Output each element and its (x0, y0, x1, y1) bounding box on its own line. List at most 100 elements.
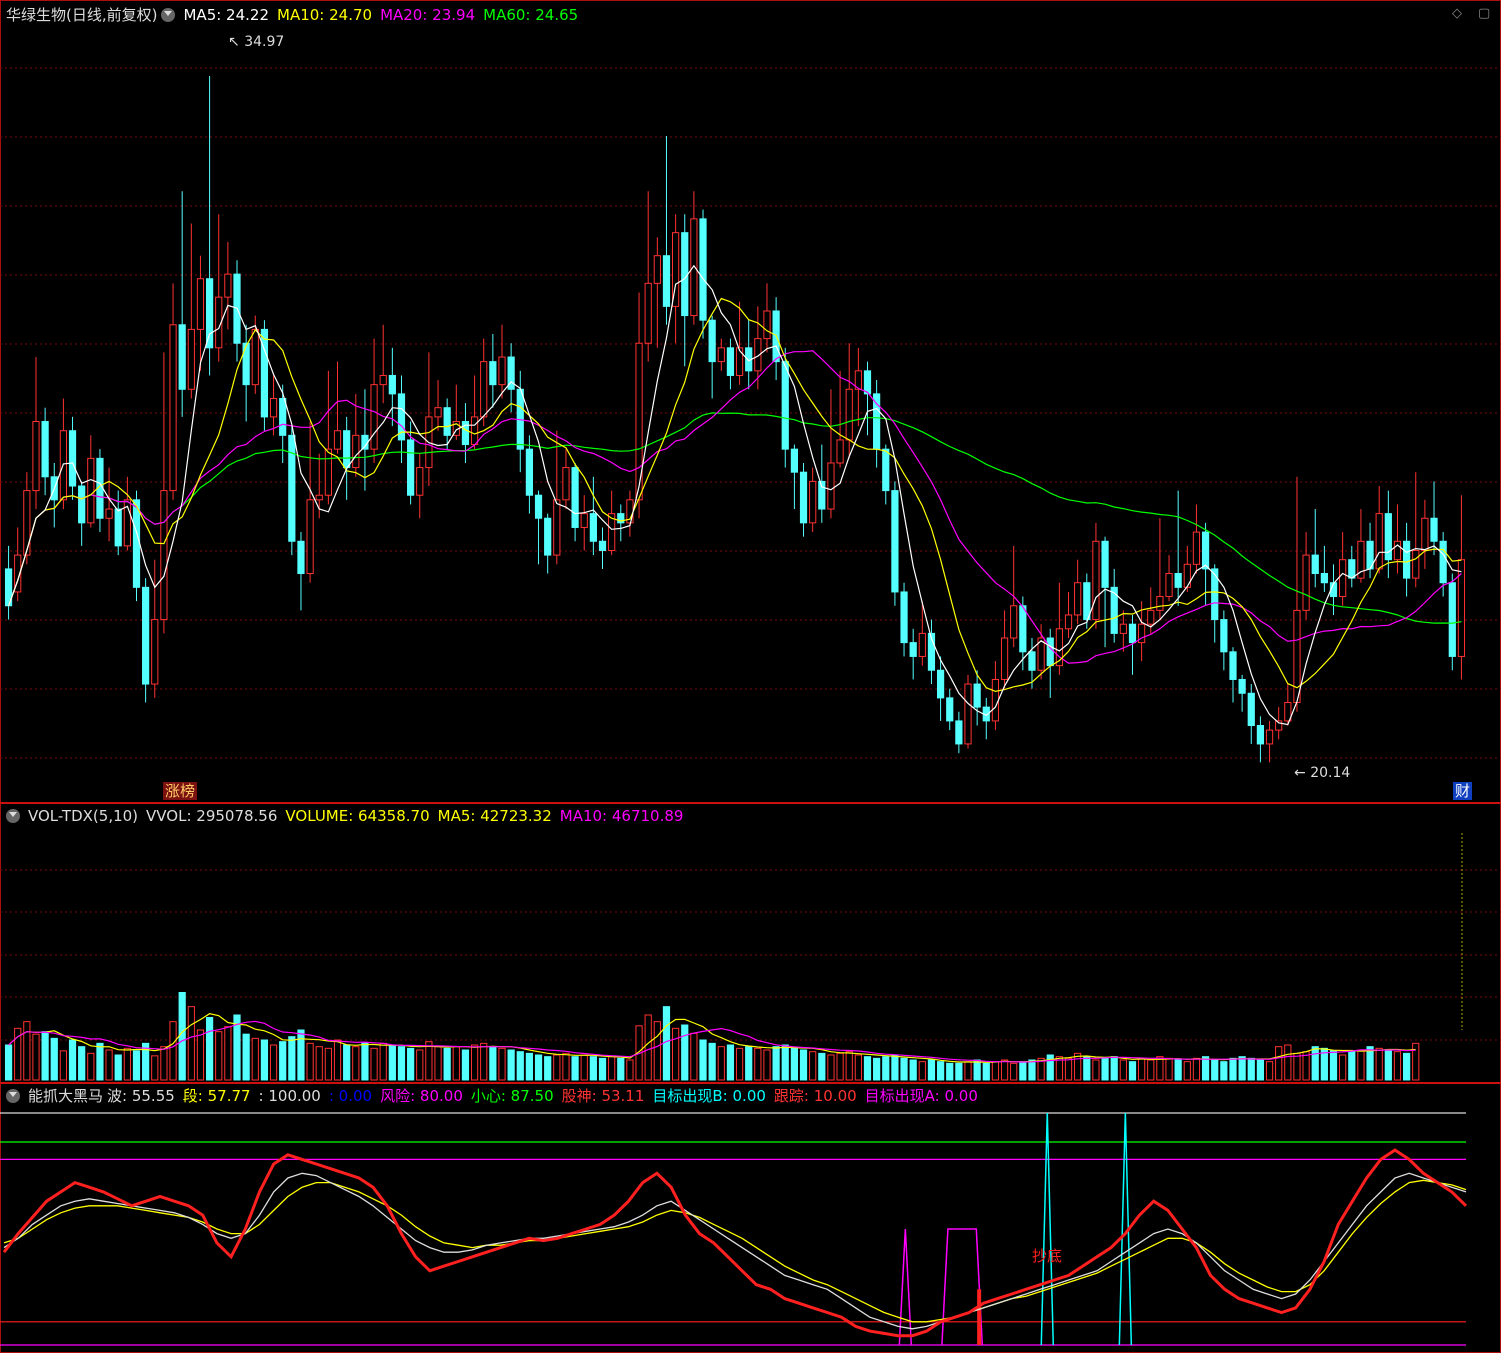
candle-body (662, 255, 671, 307)
candle-body (132, 499, 141, 588)
candle-body (352, 434, 360, 469)
candle-body (1165, 573, 1173, 598)
volume-bar (1156, 1056, 1164, 1081)
window-box-icon[interactable]: ▢ (1478, 6, 1490, 21)
candle-body (32, 421, 40, 492)
candle-body (891, 490, 899, 593)
candle-body (480, 361, 488, 418)
candle-body (1339, 559, 1347, 598)
ind-item-8: 跟踪: 10.00 (773, 1087, 857, 1105)
ma-item-3: MA60: 24.65 (483, 6, 579, 24)
candle-body (1174, 573, 1182, 588)
candle-body (251, 328, 259, 386)
dropdown-icon[interactable] (6, 808, 20, 823)
volume-bar (553, 1054, 561, 1081)
volume-bar (735, 1047, 744, 1081)
volume-bar (845, 1051, 853, 1081)
volume-bar (1339, 1054, 1347, 1081)
volume-bar (370, 1047, 378, 1081)
dropdown-icon[interactable] (161, 7, 176, 22)
dropdown-icon[interactable] (6, 1088, 20, 1103)
candle-body (269, 397, 278, 418)
candle-body (763, 310, 771, 340)
candle-body (297, 540, 305, 575)
candle-body (836, 439, 844, 464)
volume-bar (50, 1037, 58, 1081)
volume-bar (1165, 1057, 1173, 1081)
volume-bar (68, 1039, 77, 1081)
volume-bar (23, 1021, 31, 1081)
volume-bar (1238, 1056, 1246, 1081)
candle-body (1375, 513, 1383, 570)
ind-item-9: 目标出现A: 0.00 (864, 1087, 978, 1105)
candle-body (1064, 614, 1073, 630)
volume-bar (1265, 1061, 1274, 1081)
diamond-icon[interactable]: ◇ (1452, 6, 1462, 21)
candle-body (178, 324, 186, 390)
candle-body (1046, 637, 1054, 667)
volume-bar (1119, 1059, 1127, 1081)
volume-bar (1046, 1054, 1054, 1081)
volume-bar (507, 1049, 515, 1081)
candle-body (790, 448, 799, 473)
volume-bar (1092, 1059, 1100, 1081)
candle-body (1229, 651, 1237, 680)
volume-bar (626, 1059, 634, 1081)
volume-bar (818, 1052, 826, 1081)
high-price-value: 34.97 (244, 34, 285, 50)
candle-body (1412, 549, 1420, 579)
volume-bar (498, 1047, 506, 1081)
ma-item-2: MA20: 23.94 (380, 6, 476, 24)
ma-item-0: MA5: 24.22 (183, 6, 269, 24)
volume-bar (955, 1062, 963, 1081)
candle-body (160, 490, 168, 621)
candle-body (882, 448, 890, 492)
candle-body (1183, 563, 1191, 588)
candle-body (946, 697, 954, 722)
volume-bar (114, 1054, 122, 1081)
candle-body (525, 448, 534, 496)
volume-bar (973, 1059, 981, 1081)
volume-bar (41, 1031, 49, 1081)
volume-bar (196, 1029, 205, 1081)
candle-body (242, 342, 250, 386)
candle-body (955, 720, 963, 745)
candle-body (1320, 573, 1328, 584)
volume-bar (946, 1062, 954, 1081)
volume-bar (132, 1050, 141, 1081)
volume-bar (681, 1024, 689, 1081)
volume-bar (269, 1044, 278, 1081)
candle-body (845, 388, 853, 441)
candle-body (991, 678, 1000, 722)
volume-bar (1247, 1057, 1255, 1081)
candle-body (407, 439, 415, 496)
candle-body (279, 397, 287, 436)
volume-bar (242, 1033, 250, 1081)
volume-bar (763, 1049, 771, 1081)
volume-bar (1284, 1044, 1292, 1081)
candle-body (571, 467, 579, 528)
candle-body (443, 407, 451, 436)
candle-body (717, 347, 725, 363)
volume-bar (1064, 1057, 1073, 1081)
volume-bar (78, 1046, 86, 1081)
volume-bar (927, 1059, 936, 1081)
volume-bar (1138, 1057, 1146, 1081)
stock-title: 华绿生物(日线,前复权) (6, 6, 158, 24)
ind-item-5: 小心: 87.50 (470, 1087, 554, 1105)
volume-bar (873, 1057, 881, 1081)
volume-bar (964, 1061, 972, 1081)
finance-tag[interactable]: 财 (1453, 782, 1473, 800)
candle-body (196, 278, 205, 330)
volume-bar (1010, 1062, 1018, 1081)
volume-bar (205, 1017, 214, 1081)
limit-up-tag[interactable]: 涨榜 (163, 782, 198, 800)
candle-body (534, 494, 543, 519)
candle-body (370, 384, 378, 450)
candle-body (23, 490, 31, 556)
candle-body (544, 517, 552, 556)
candle-body (1348, 559, 1356, 579)
volume-bar (516, 1051, 524, 1081)
ind-item-0: 波: 55.55 (107, 1087, 175, 1105)
volume-bar (534, 1054, 543, 1081)
